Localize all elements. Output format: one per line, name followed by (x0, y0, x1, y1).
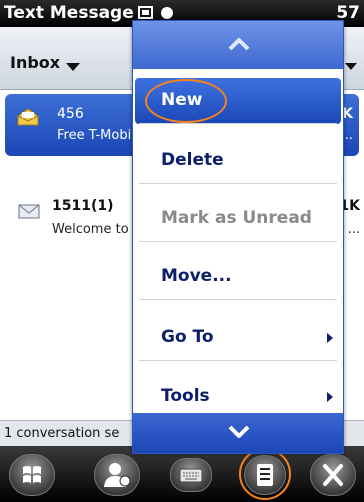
menu-item-label: Delete (161, 150, 224, 170)
phone-screen: Text Message 57 Inbox 456 Free T-Mobi 15… (0, 0, 364, 502)
menu-scroll-up[interactable] (133, 21, 343, 69)
menu-item-delete[interactable]: Delete (135, 138, 341, 184)
menu-item-move[interactable]: Move... (135, 254, 341, 300)
menu-item-label: Tools (161, 386, 210, 406)
sort-dropdown-icon[interactable] (345, 63, 357, 70)
menu-item-mark-as-unread[interactable]: Mark as Unread (135, 196, 341, 242)
start-button[interactable] (9, 454, 55, 496)
close-button[interactable] (310, 454, 356, 496)
chevron-down-icon[interactable] (66, 63, 80, 71)
menu-scroll-down[interactable] (133, 413, 343, 453)
message-sender: 1511(1) (52, 198, 114, 214)
message-preview: Welcome to (52, 222, 129, 237)
chevron-up-icon (228, 38, 250, 51)
message-sender: 456 (57, 106, 84, 122)
close-icon (323, 464, 343, 486)
envelope-icon (18, 204, 40, 219)
contacts-button[interactable] (94, 454, 140, 496)
submenu-arrow-icon (327, 333, 333, 343)
connection-icon (161, 7, 173, 19)
menu-item-label: Move... (161, 266, 232, 286)
keyboard-button[interactable] (170, 458, 212, 492)
message-preview: Free T-Mobi (57, 128, 132, 143)
message-preview-tail: ... (347, 222, 360, 237)
chevron-down-icon (228, 425, 250, 438)
app-title: Text Message (4, 3, 134, 23)
menu-item-label: Mark as Unread (161, 208, 312, 228)
keyboard-icon (179, 468, 203, 483)
contacts-icon (104, 463, 131, 487)
folder-dropdown[interactable]: Inbox (10, 53, 60, 72)
submenu-arrow-icon (327, 392, 333, 402)
menu-item-label: Go To (161, 327, 214, 347)
menu-button-highlight (239, 448, 291, 500)
windows-start-icon (23, 466, 41, 483)
context-menu: New Delete Mark as Unread Move... Go To … (132, 20, 344, 454)
open-envelope-icon (17, 108, 39, 126)
menu-item-go-to[interactable]: Go To (135, 315, 341, 361)
softkey-bar (0, 446, 364, 502)
new-item-highlight (145, 79, 227, 123)
status-text: 1 conversation se (4, 426, 120, 441)
notification-icon (138, 6, 153, 19)
